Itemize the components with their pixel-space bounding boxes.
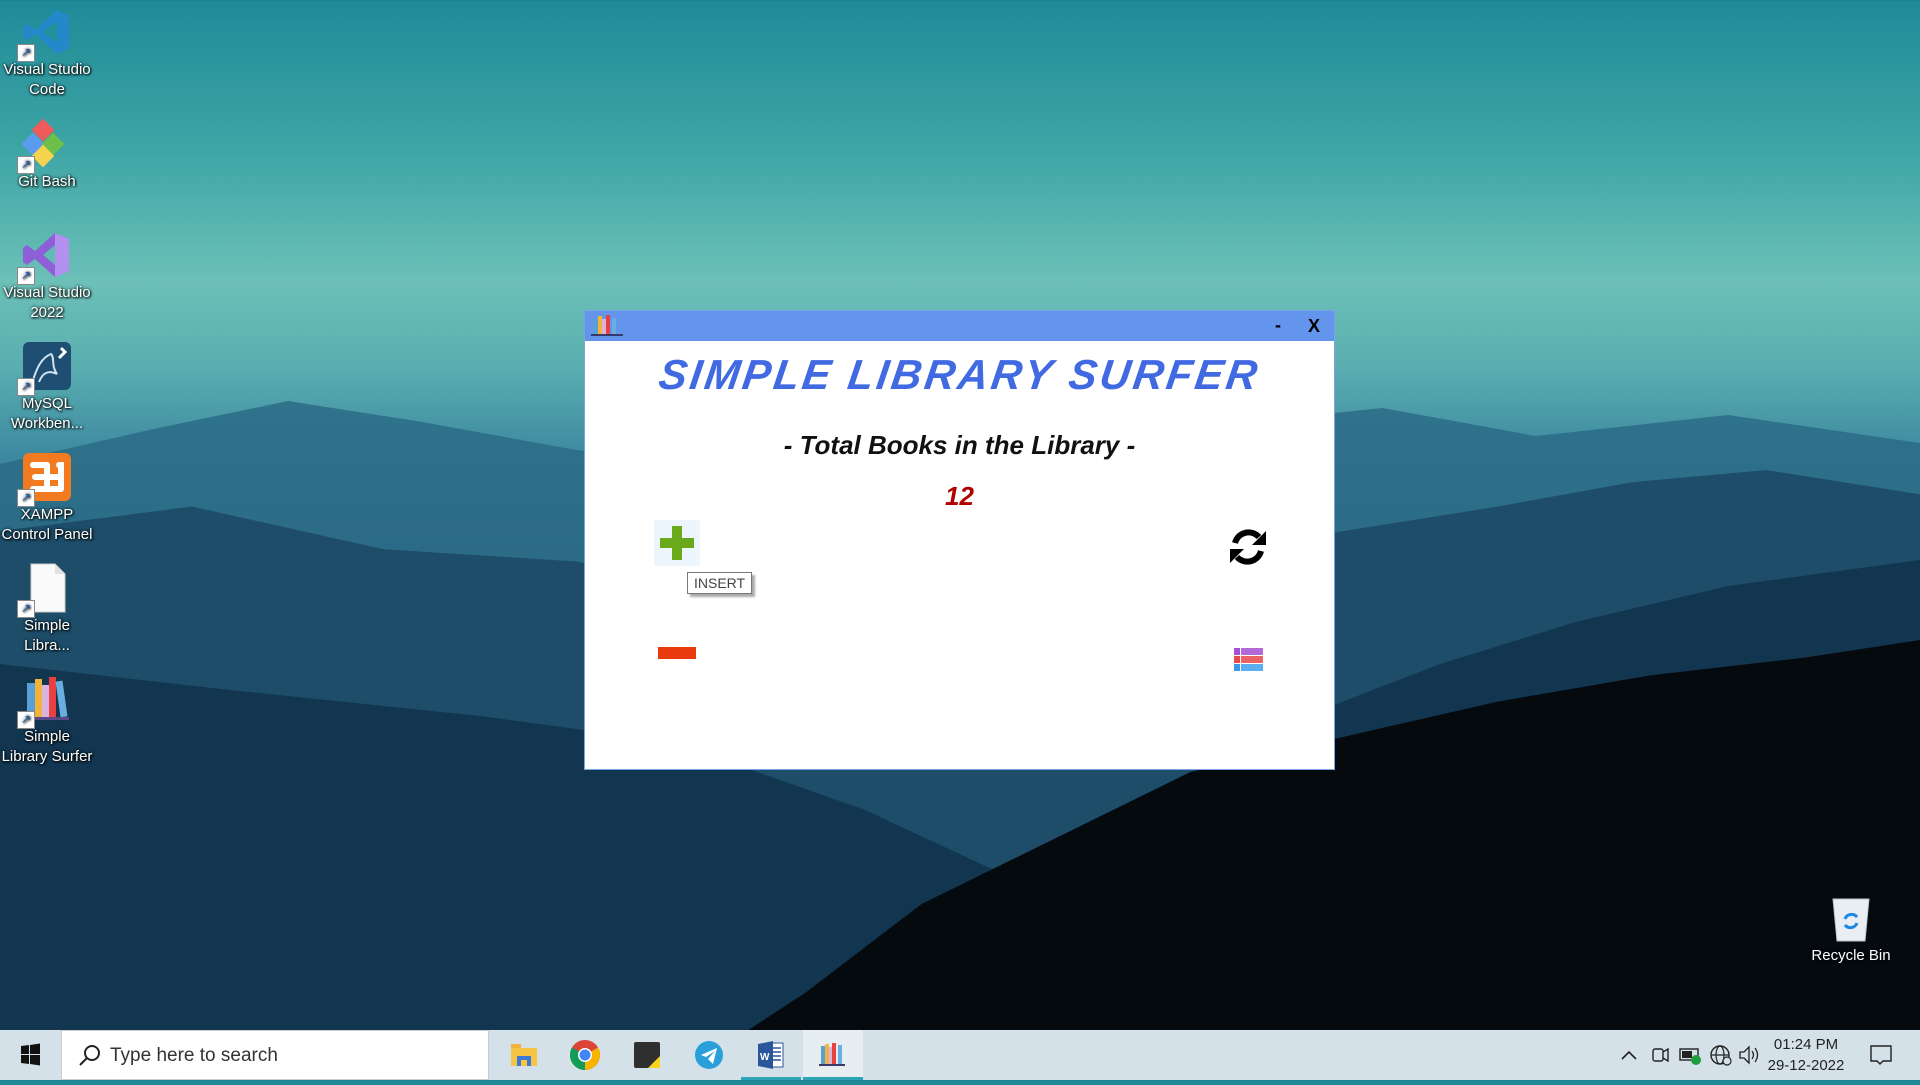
taskbar-app-file-explorer[interactable]: [493, 1030, 553, 1080]
title-bar[interactable]: - X: [585, 311, 1334, 341]
tray-battery[interactable]: [1676, 1030, 1706, 1080]
desktop-icon-label: XAMPP Control Panel: [1, 506, 93, 543]
clock-time: 01:24 PM: [1773, 1036, 1839, 1053]
taskbar-app-chrome[interactable]: [555, 1030, 615, 1080]
total-books-count: 12: [945, 481, 974, 511]
desktop-icon-label: Visual Studio 2022: [3, 284, 91, 321]
desktop-icon-simple-library-file[interactable]: ↗ Simple Libra...: [0, 556, 94, 656]
shortcut-arrow-icon: ↗: [17, 378, 35, 396]
globe-network-icon: [1710, 1045, 1732, 1066]
vscode-icon: ↗: [17, 6, 73, 62]
folder-icon: [511, 1044, 537, 1066]
total-books-heading: - Total Books in the Library -: [783, 430, 1136, 460]
taskbar-app-word[interactable]: W: [741, 1030, 801, 1080]
view-list-button[interactable]: [1226, 646, 1270, 676]
windows-logo-icon: [21, 1043, 40, 1066]
desktop-icon-vscode[interactable]: ↗ Visual Studio Code: [0, 0, 94, 100]
library-books-icon: [589, 314, 625, 338]
taskbar-clock[interactable]: 01:24 PM 29-12-2022: [1760, 1034, 1852, 1076]
table-list-icon: [1234, 648, 1263, 671]
shortcut-arrow-icon: ↗: [17, 156, 35, 174]
library-books-icon: ↗: [17, 673, 73, 729]
file-icon: ↗: [17, 562, 73, 618]
app-window: - X Simple Library Surfer - Total Books …: [585, 311, 1334, 769]
refresh-icon: [1230, 529, 1266, 565]
taskbar-app-telegram[interactable]: [679, 1030, 739, 1080]
word-icon: W: [758, 1041, 784, 1069]
desktop-icon-label: Simple Library Surfer: [1, 728, 93, 765]
start-button[interactable]: [0, 1030, 60, 1080]
action-center-button[interactable]: [1860, 1030, 1900, 1080]
refresh-button[interactable]: [1226, 525, 1270, 569]
plus-icon: [660, 526, 694, 560]
shortcut-arrow-icon: ↗: [17, 600, 35, 618]
desktop-icon-visual-studio[interactable]: ↗ Visual Studio 2022: [0, 223, 94, 323]
search-placeholder: Type here to search: [110, 1045, 278, 1066]
chevron-up-icon: [1621, 1050, 1637, 1060]
taskbar: Type here to search W 01:24 PM 29-12-202…: [0, 1030, 1920, 1080]
sticky-notes-icon: [634, 1042, 660, 1068]
tray-network[interactable]: [1706, 1030, 1736, 1080]
desktop-icon-xampp[interactable]: ↗ XAMPP Control Panel: [0, 445, 94, 545]
desktop-icon-label: MySQL Workben...: [10, 395, 84, 432]
desktop-icon-label: Simple Libra...: [24, 617, 70, 654]
library-books-icon: [819, 1043, 845, 1066]
shortcut-arrow-icon: ↗: [17, 489, 35, 507]
mysql-workbench-icon: ↗: [17, 340, 73, 396]
taskbar-app-simple-library-surfer[interactable]: [803, 1030, 863, 1080]
git-bash-icon: ↗: [17, 118, 73, 174]
show-hidden-icons-button[interactable]: [1614, 1030, 1644, 1080]
insert-tooltip: INSERT: [687, 572, 753, 594]
desktop-icon-simple-library-surfer[interactable]: ↗ Simple Library Surfer: [0, 667, 94, 767]
desktop-icon-git-bash[interactable]: ↗ Git Bash: [0, 112, 94, 192]
shortcut-arrow-icon: ↗: [17, 44, 35, 62]
search-box[interactable]: Type here to search: [61, 1030, 489, 1080]
recycle-bin-icon: [1829, 893, 1873, 943]
desktop-icon-recycle-bin[interactable]: Recycle Bin: [1806, 893, 1896, 964]
close-button[interactable]: X: [1300, 313, 1328, 339]
desktop-icon-label: Git Bash: [18, 173, 76, 190]
desktop-icon-mysql-workbench[interactable]: ↗ MySQL Workben...: [0, 334, 94, 434]
xampp-icon: ↗: [17, 451, 73, 507]
chrome-icon: [569, 1040, 601, 1070]
telegram-icon: [695, 1041, 723, 1069]
tray-camera[interactable]: [1646, 1030, 1674, 1080]
svg-text:W: W: [760, 1052, 770, 1063]
speaker-volume-icon: [1739, 1045, 1759, 1065]
taskbar-app-sticky-notes[interactable]: [617, 1030, 677, 1080]
search-icon: [79, 1045, 100, 1066]
notification-icon: [1870, 1045, 1892, 1065]
app-title: Simple Library Surfer: [656, 351, 1264, 398]
desktop-icon-label: Visual Studio Code: [3, 61, 91, 98]
shortcut-arrow-icon: ↗: [17, 711, 35, 729]
minimize-button[interactable]: -: [1266, 313, 1290, 339]
insert-button[interactable]: [654, 520, 700, 566]
battery-charging-icon: [1679, 1048, 1701, 1065]
recycle-bin-label: Recycle Bin: [1811, 947, 1891, 964]
tray-volume[interactable]: [1736, 1030, 1762, 1080]
delete-button[interactable]: [654, 641, 700, 665]
visual-studio-icon: ↗: [17, 229, 73, 285]
minus-icon: [658, 647, 696, 659]
clock-date: 29-12-2022: [1767, 1057, 1845, 1074]
shortcut-arrow-icon: ↗: [17, 267, 35, 285]
camera-icon: [1652, 1047, 1669, 1063]
